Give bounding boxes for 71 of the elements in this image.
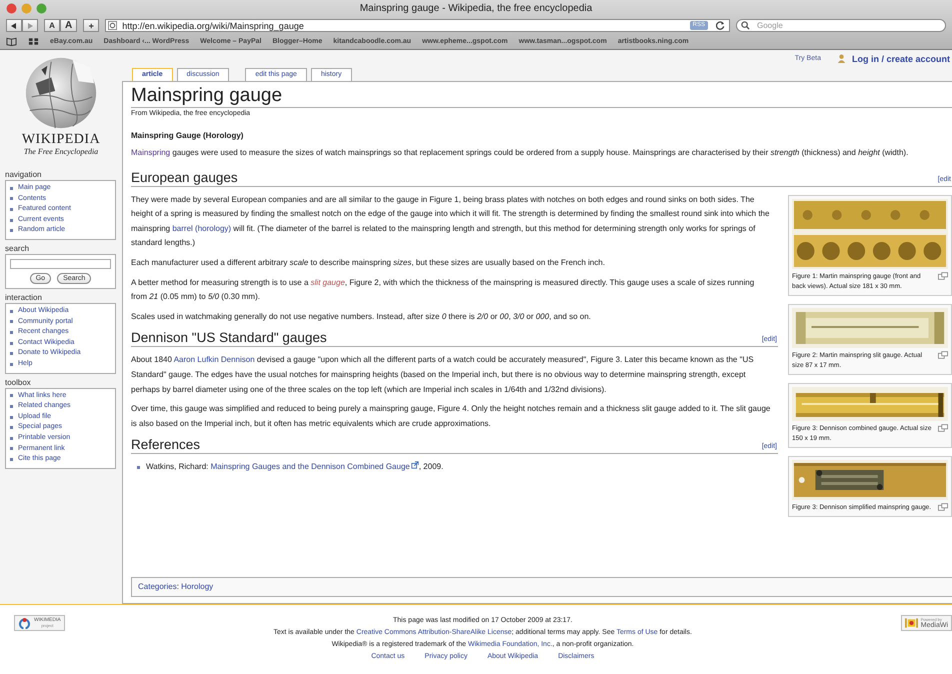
paragraph: Mainspring gauges were used to measure the sizes of watch mainsprings so that replacement springs could be ordered from a supply house. Mainsprings are characterised by their strength (thickness) and height (width). [131,147,910,159]
bullet-icon [10,330,13,334]
bullet-icon [10,436,13,440]
page-icon [108,21,118,30]
bullet-icon [10,352,13,356]
category-line: Categories: Horology [138,581,214,593]
bullet-icon [10,416,13,419]
section-heading: References [131,436,200,454]
wikimedia-logo-icon [18,617,31,629]
section-heading: European gauges [131,168,238,186]
bullet-icon [10,310,13,313]
bullet-icon [10,404,13,408]
link[interactable]: Categories [138,582,177,591]
bullet-icon [10,394,13,398]
bullet-icon [10,320,13,324]
bullet-icon [10,218,13,222]
text-size-button[interactable]: A [60,19,78,32]
logo-tagline: The Free Encyclopedia [24,147,98,156]
close-icon[interactable] [6,3,17,14]
window-title: Mainspring gauge - Wikipedia, the free encyclopedia [358,3,594,14]
portlet-heading: navigation [5,169,42,180]
link[interactable]: slit gauge [310,278,345,287]
paragraph: About 1840 Aaron Lufkin Dennison devised a gauge "upon which all the different parts of a watch could be accurately measured", Figure 3. Later this became known as the "US Standard" gauge. The edges have the usual notches for mainspring heights (based on the Imperial inch, but there is no obvious way to determine mainspring strength, except perhaps by barrel diameter using one of the three scales on the top left (which are Imperial inch scales in 1/64th and 1/32nd divisions). [131,354,755,396]
add-bookmark-button[interactable]: + [83,19,100,32]
bullet-icon [10,362,13,366]
portlet-heading: interaction [5,292,43,303]
bullet-icon [10,458,13,461]
mediawiki-logo-icon [904,617,918,629]
enlarge-icon[interactable] [938,424,948,432]
paragraph: A better method for measuring strength is to use a slit gauge, Figure 2, with which the thickness of the mainspring is measured directly. This gauge uses a scale of sizes running from 21 (0.05 mm) to 5/0 (0.30 mm). [131,276,756,304]
page-title: Mainspring gauge [131,84,952,108]
link[interactable]: Aaron Lufkin Dennison [174,355,255,364]
bullet-icon [137,466,140,469]
portlet-heading: toolbox [5,376,32,388]
link[interactable]: Mainspring [131,148,170,157]
paragraph: Each manufacturer used a different arbitrary scale to describe mainspring sizes, but these sizes are usually based on the French inch. [131,256,606,269]
reference-item: Watkins, Richard: Mainspring Gauges and the Dennison Combined Gauge , 2009. [146,460,444,474]
text-size-button[interactable]: A [44,19,60,32]
bullet-icon [10,197,13,200]
bullet-icon [10,208,13,211]
search-icon[interactable] [741,21,750,30]
open-book-icon[interactable] [6,37,17,46]
grid-icon[interactable] [28,37,39,46]
paragraph: Over time, this gauge was simplified and reduced to being purely a mainspring gauge, Figure 4. Only the height notches remain and a thickness slit gauge added to it. The slit gauge is also based on the Imperial inch, but it often has metric equivalents which are crude approximations. [131,403,772,430]
bullet-icon [10,426,13,430]
link[interactable]: Horology [181,582,214,591]
bullet-icon [10,342,13,345]
external-link-icon [410,461,419,470]
section-heading: Dennison "US Standard" gauges [131,329,327,346]
search-field[interactable]: Google [736,19,946,32]
wordmark: WIKIPEDIA [22,132,100,147]
search-field[interactable] [10,258,111,269]
enlarge-icon[interactable] [938,272,948,280]
portlet-heading: search [5,242,30,254]
zoom-icon[interactable] [36,3,47,14]
disambiguation-note: Mainspring Gauge (Horology) [131,130,244,142]
bullet-icon [10,447,13,450]
paragraph: Scales used in watchmaking generally do not use negative numbers. Instead, after size 0 there is 2/0 or 00, 3/0 or 000, and so on. [131,310,592,323]
login-link[interactable]: Log in / create account [852,54,950,64]
link[interactable]: Mainspring Gauges and the Dennison Combined Gauge [210,462,419,472]
right-triangle-icon [27,22,33,28]
enlarge-icon[interactable] [938,502,948,511]
link[interactable]: barrel (horology) [172,224,232,233]
left-triangle-icon [11,22,17,28]
bullet-icon [10,186,13,190]
enlarge-icon[interactable] [938,350,948,359]
bullet-icon [10,229,13,232]
user-icon [836,54,846,63]
paragraph: They were made by several European companies and are all similar to the gauge in Figure 1, being brass plates with notches on both edges and round sinks on both sides. The height of a spring is measured by finding the smallest notch on the edge of the gauge into which it will fit. The strength is determined by finding the smallest round sink into which the mainspring barrel (horology) will fit. (The diameter of the barrel is related to the mainspring length and strength, but this method for determining strength only works for springs of standard lengths.) [131,194,770,250]
reload-icon[interactable] [716,21,725,30]
back-button[interactable] [6,19,22,32]
